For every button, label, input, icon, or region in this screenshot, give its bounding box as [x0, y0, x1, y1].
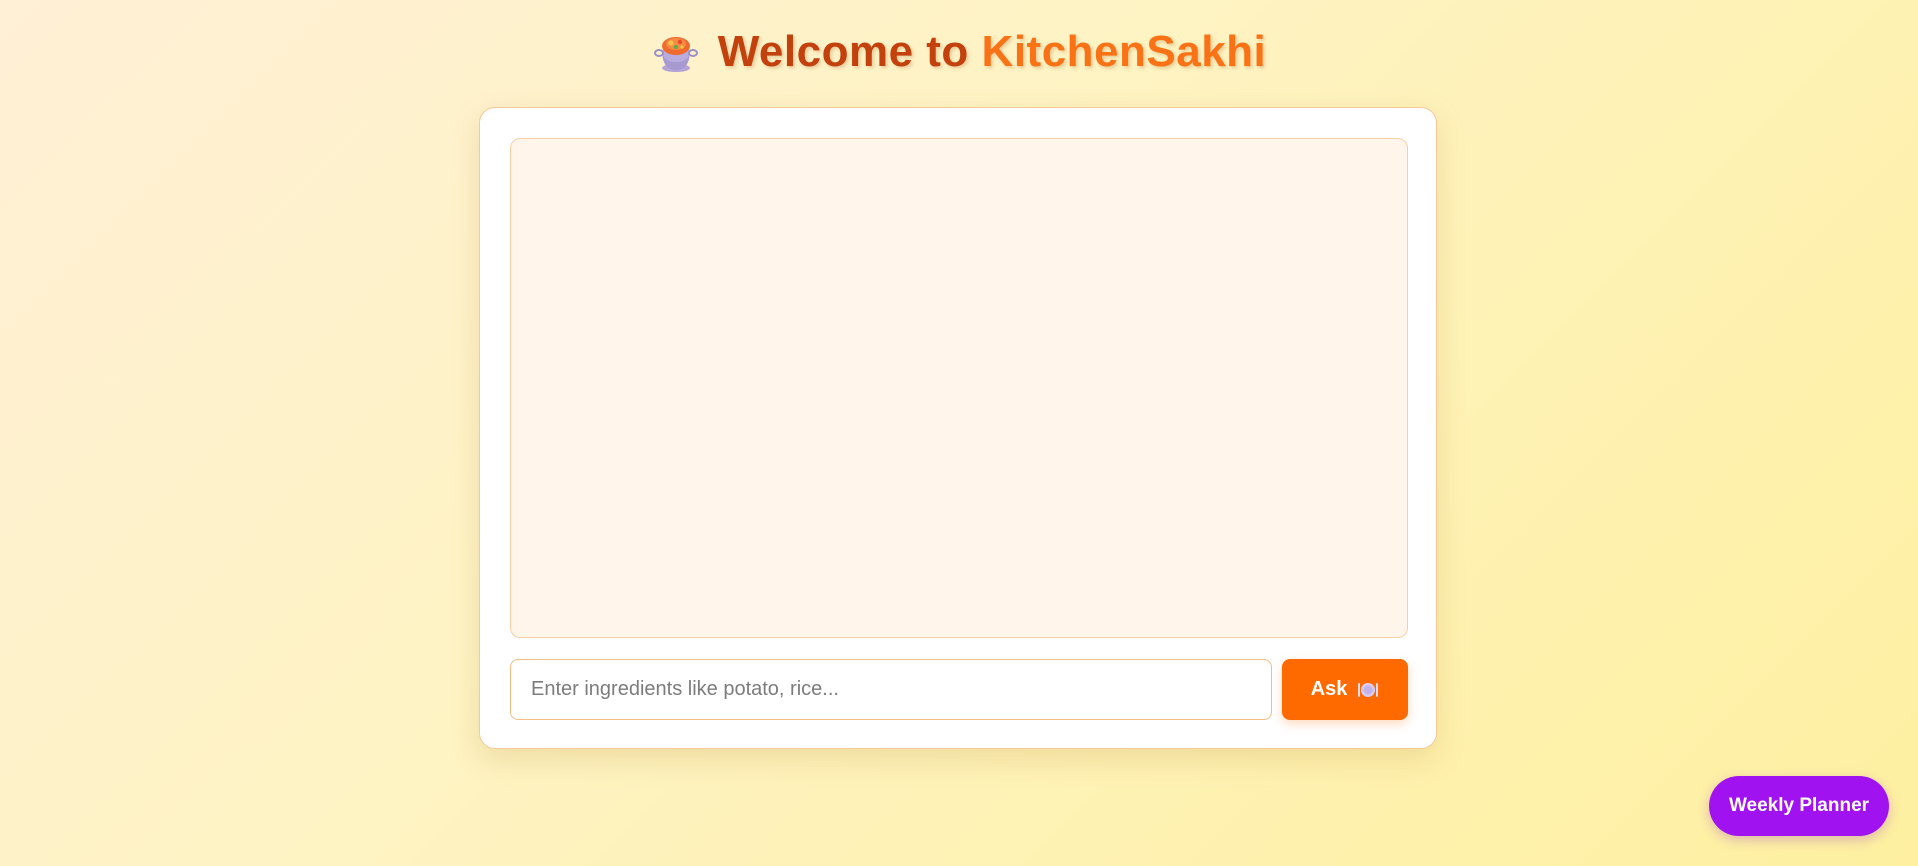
ask-button[interactable]: Ask: [1282, 659, 1408, 720]
plate-icon: [1358, 682, 1379, 697]
page-title: Welcome to KitchenSakhi: [718, 27, 1267, 77]
cooking-pot-icon: [653, 37, 698, 72]
title-brand: KitchenSakhi: [981, 27, 1267, 76]
ingredients-input[interactable]: [510, 659, 1272, 720]
chat-card: Ask: [479, 107, 1437, 749]
chat-messages-area[interactable]: [510, 138, 1408, 638]
weekly-planner-button[interactable]: Weekly Planner: [1709, 776, 1889, 836]
page-header: Welcome to KitchenSakhi: [0, 24, 1918, 80]
ask-button-label: Ask: [1310, 678, 1348, 700]
title-welcome: Welcome to: [717, 27, 982, 76]
